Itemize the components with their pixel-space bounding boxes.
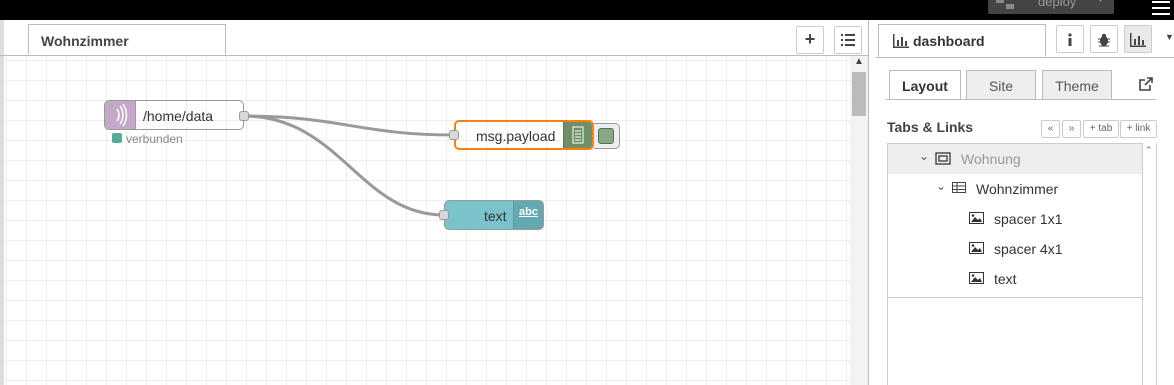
abc-icon-text: abc xyxy=(519,206,538,218)
external-link-icon[interactable] xyxy=(1138,76,1154,92)
scroll-thumb[interactable] xyxy=(852,72,866,116)
text-input-port[interactable] xyxy=(439,210,449,220)
signal-icon xyxy=(105,101,136,129)
workspace: Wohnzimmer + /home/data verbunden msg.pa… xyxy=(0,20,868,385)
tree-item-wohnzimmer[interactable]: ⌄ Wohnzimmer xyxy=(888,174,1142,204)
mqtt-in-node[interactable]: /home/data xyxy=(104,100,244,130)
tree-right-border xyxy=(1156,143,1157,385)
tree-item-spacer-4x1[interactable]: spacer 4x1 xyxy=(888,234,1142,264)
header-bar: deploy ▼ xyxy=(0,0,1174,20)
debug-toggle-button[interactable] xyxy=(594,123,620,149)
tab-layout[interactable]: Layout xyxy=(889,70,961,100)
dashboard-button[interactable] xyxy=(1124,25,1152,53)
sidebar-menu-caret-icon[interactable]: ▼ xyxy=(1165,32,1174,42)
debug-node[interactable]: msg.payload xyxy=(454,120,594,150)
tabs-underline xyxy=(886,99,1156,100)
sidebar-tab-dashboard[interactable]: dashboard xyxy=(878,24,1046,57)
expand-all-button[interactable]: » xyxy=(1062,120,1081,138)
text-node[interactable]: text abc xyxy=(444,200,544,230)
table-icon xyxy=(952,182,966,193)
tree-label: spacer 1x1 xyxy=(994,211,1063,227)
add-tab-button[interactable]: + tab xyxy=(1083,120,1119,138)
scroll-up-icon[interactable]: ⌃ xyxy=(1145,145,1153,156)
canvas-vertical-scrollbar[interactable]: ▲ xyxy=(850,56,868,385)
debug-input-port[interactable] xyxy=(449,130,459,140)
info-icon xyxy=(1068,33,1072,46)
tree-scrollbar[interactable]: ⌃ xyxy=(1143,143,1155,385)
deploy-icon xyxy=(996,0,1016,10)
debug-list-icon xyxy=(563,122,592,148)
layout-tree: ⌄ Wohnung ⌄ Wohnzimmer spacer 1x1 spacer… xyxy=(887,143,1143,385)
add-link-button[interactable]: + link xyxy=(1120,120,1157,138)
chevron-down-icon[interactable]: ⌄ xyxy=(936,179,946,193)
tree-label: Wohnung xyxy=(961,151,1021,167)
chart-icon xyxy=(1130,33,1146,47)
tree-label: Wohnzimmer xyxy=(976,181,1059,197)
sidebar-header: dashboard ▼ xyxy=(876,20,1174,58)
status-connected-icon xyxy=(112,133,122,143)
tab-theme[interactable]: Theme xyxy=(1042,70,1112,100)
tree-item-spacer-1x1[interactable]: spacer 1x1 xyxy=(888,204,1142,234)
tree-divider xyxy=(888,297,1142,298)
scroll-up-icon[interactable]: ▲ xyxy=(850,56,868,70)
info-button[interactable] xyxy=(1056,25,1084,53)
wire-mqtt-to-text xyxy=(243,114,445,217)
tab-frame-icon xyxy=(935,152,951,165)
deploy-caret-icon[interactable]: ▼ xyxy=(1096,0,1105,4)
debug-node-label: msg.payload xyxy=(476,128,556,144)
sidebar: dashboard ▼ Layout Site Theme Tabs & Lin… xyxy=(876,20,1174,385)
toggle-square-icon xyxy=(598,128,614,144)
collapse-all-button[interactable]: « xyxy=(1041,120,1060,138)
debug-button[interactable] xyxy=(1090,25,1118,53)
status-text: verbunden xyxy=(126,132,183,146)
deploy-label: deploy xyxy=(1038,0,1077,9)
wires-layer xyxy=(243,114,455,217)
tree-label: text xyxy=(994,271,1017,287)
tree-label: spacer 4x1 xyxy=(994,241,1063,257)
tree-item-text[interactable]: text xyxy=(888,264,1142,294)
image-icon xyxy=(969,272,984,284)
image-icon xyxy=(969,242,984,254)
mqtt-output-port[interactable] xyxy=(239,111,249,121)
bug-icon xyxy=(1098,33,1110,47)
bar-chart-icon xyxy=(893,34,909,48)
main-menu-icon[interactable] xyxy=(1150,0,1174,20)
image-icon xyxy=(969,212,984,224)
tree-item-wohnung[interactable]: ⌄ Wohnung xyxy=(888,144,1142,174)
abc-icon: abc xyxy=(513,201,543,229)
text-node-label: text xyxy=(484,208,507,224)
chevron-down-icon[interactable]: ⌄ xyxy=(919,149,929,163)
tab-site[interactable]: Site xyxy=(966,70,1036,100)
deploy-button[interactable]: deploy ▼ xyxy=(988,0,1114,14)
mqtt-node-label: /home/data xyxy=(143,108,214,124)
sidebar-title: dashboard xyxy=(913,33,985,49)
tabs-links-title: Tabs & Links xyxy=(887,119,974,135)
